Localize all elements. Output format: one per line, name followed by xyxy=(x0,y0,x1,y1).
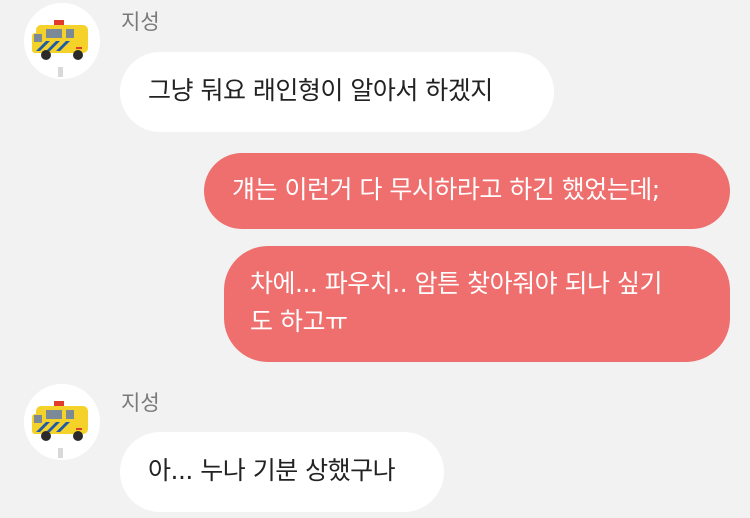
sender-name: 지성 xyxy=(121,10,160,34)
avatar[interactable] xyxy=(24,384,100,460)
message-bubble-incoming[interactable]: 그냥 둬요 래인형이 알아서 하겠지 xyxy=(120,52,554,132)
message-bubble-outgoing[interactable]: 차에... 파우치.. 암튼 찾아줘야 되나 싶기 도 하고ㅠ xyxy=(224,246,730,362)
sender-name: 지성 xyxy=(121,391,160,415)
message-text: 걔는 이런거 다 무시하라고 하긴 했었는데; xyxy=(232,175,660,204)
message-bubble-outgoing[interactable]: 걔는 이런거 다 무시하라고 하긴 했었는데; xyxy=(204,153,730,229)
ambulance-avatar-icon xyxy=(24,3,100,79)
avatar[interactable] xyxy=(24,3,100,79)
ambulance-avatar-icon xyxy=(24,384,100,460)
message-text-line: 도 하고ㅠ xyxy=(250,307,348,336)
message-bubble-incoming[interactable]: 아... 누나 기분 상했구나 xyxy=(120,432,444,512)
message-text: 그냥 둬요 래인형이 알아서 하겠지 xyxy=(148,76,493,105)
message-text: 아... 누나 기분 상했구나 xyxy=(148,456,396,485)
message-text-line: 차에... 파우치.. 암튼 찾아줘야 되나 싶기 xyxy=(250,269,662,298)
